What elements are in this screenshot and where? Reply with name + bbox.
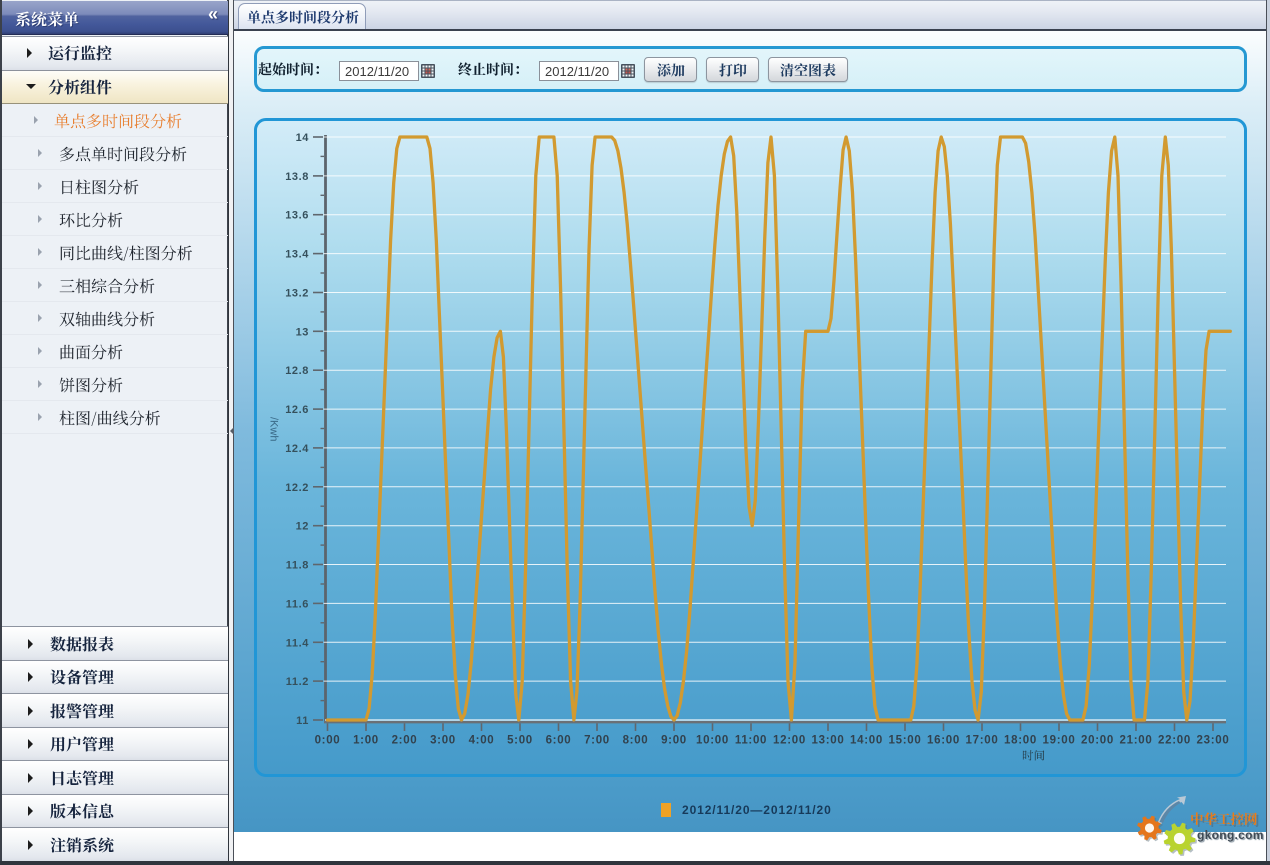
svg-text:/Kwh: /Kwh <box>268 417 280 441</box>
svg-text:12.2: 12.2 <box>285 482 309 494</box>
svg-text:0:00: 0:00 <box>315 735 341 747</box>
svg-text:15:00: 15:00 <box>889 735 922 747</box>
svg-text:9:00: 9:00 <box>661 735 687 747</box>
svg-text:12.8: 12.8 <box>285 365 309 377</box>
svg-text:13.8: 13.8 <box>285 171 309 183</box>
svg-text:18:00: 18:00 <box>1004 735 1037 747</box>
svg-text:7:00: 7:00 <box>584 735 610 747</box>
svg-text:10:00: 10:00 <box>696 735 729 747</box>
svg-text:11.8: 11.8 <box>286 560 309 572</box>
svg-text:3:00: 3:00 <box>430 735 456 747</box>
svg-text:12.4: 12.4 <box>285 443 309 455</box>
svg-text:20:00: 20:00 <box>1081 735 1114 747</box>
svg-text:5:00: 5:00 <box>507 735 533 747</box>
svg-text:17:00: 17:00 <box>966 735 999 747</box>
svg-text:11.6: 11.6 <box>286 598 309 610</box>
svg-text:1:00: 1:00 <box>353 735 379 747</box>
svg-text:16:00: 16:00 <box>927 735 960 747</box>
svg-text:13.2: 13.2 <box>285 288 309 300</box>
svg-text:2:00: 2:00 <box>392 735 418 747</box>
svg-text:11: 11 <box>296 715 309 727</box>
svg-text:13.6: 13.6 <box>285 210 309 222</box>
svg-text:12:00: 12:00 <box>773 735 806 747</box>
svg-text:13:00: 13:00 <box>812 735 845 747</box>
svg-text:21:00: 21:00 <box>1120 735 1153 747</box>
svg-text:11.4: 11.4 <box>286 637 309 649</box>
svg-text:14:00: 14:00 <box>850 735 883 747</box>
svg-text:11.2: 11.2 <box>286 676 309 688</box>
svg-text:13.4: 13.4 <box>285 249 309 261</box>
svg-text:8:00: 8:00 <box>623 735 649 747</box>
svg-text:19:00: 19:00 <box>1043 735 1076 747</box>
svg-text:4:00: 4:00 <box>469 735 495 747</box>
svg-text:22:00: 22:00 <box>1158 735 1191 747</box>
svg-text:12.6: 12.6 <box>285 404 309 416</box>
svg-text:13: 13 <box>296 326 309 338</box>
svg-text:12: 12 <box>296 521 309 533</box>
svg-text:14: 14 <box>296 132 310 144</box>
svg-text:23:00: 23:00 <box>1197 735 1230 747</box>
svg-text:6:00: 6:00 <box>546 735 572 747</box>
svg-text:11:00: 11:00 <box>735 735 767 747</box>
